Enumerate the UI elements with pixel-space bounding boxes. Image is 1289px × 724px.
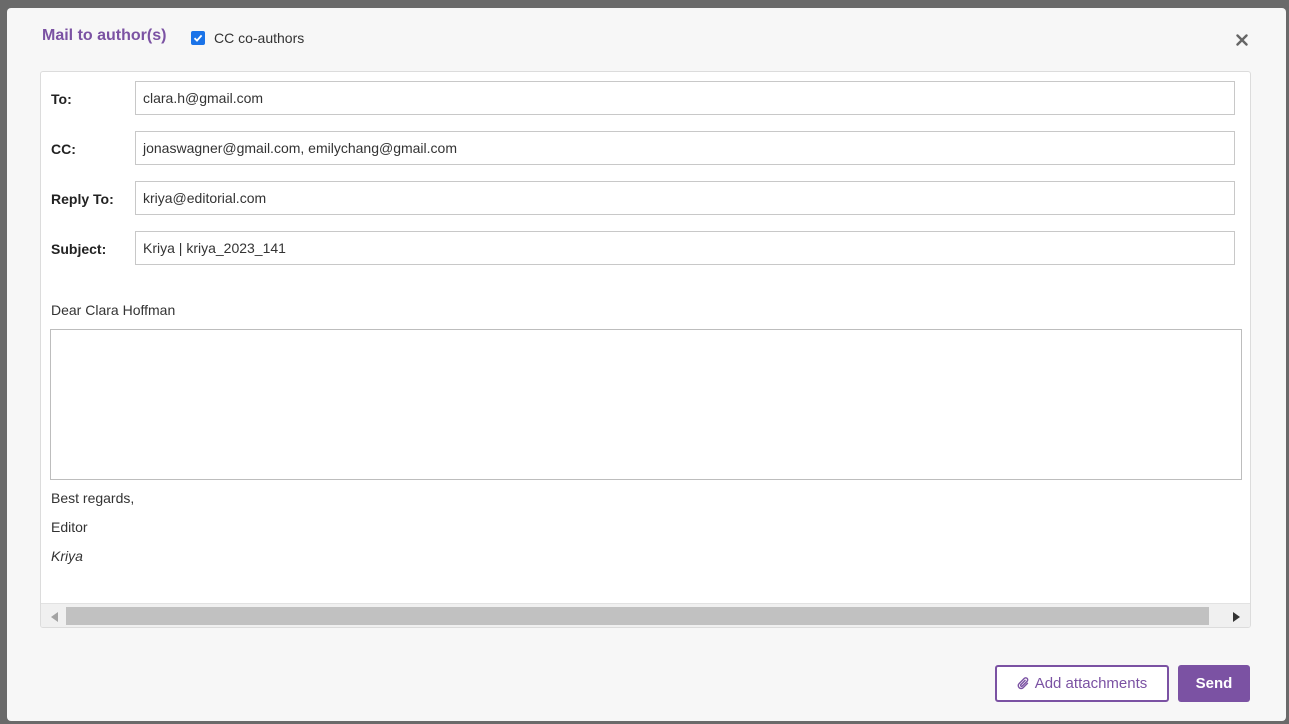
mail-dialog: Mail to author(s) CC co-authors To: clar… (7, 8, 1286, 721)
reply-to-field[interactable]: kriya@editorial.com (135, 181, 1235, 215)
cc-coauthors-label: CC co-authors (214, 30, 305, 46)
paperclip-icon (1017, 676, 1031, 692)
mail-form-panel: To: clara.h@gmail.com CC: jonaswagner@gm… (40, 71, 1251, 628)
scroll-right-icon[interactable] (1233, 612, 1241, 622)
horizontal-scrollbar[interactable] (41, 603, 1250, 627)
close-button[interactable] (1234, 32, 1250, 48)
to-label: To: (51, 91, 72, 107)
subject-label: Subject: (51, 241, 107, 257)
add-attachments-button[interactable]: Add attachments (995, 665, 1169, 702)
cc-field[interactable]: jonaswagner@gmail.com, emilychang@gmail.… (135, 131, 1235, 165)
to-field[interactable]: clara.h@gmail.com (135, 81, 1235, 115)
cc-coauthors-checkbox[interactable] (191, 31, 205, 45)
dialog-header: Mail to author(s) CC co-authors (7, 8, 1286, 70)
closing-text: Best regards, (51, 490, 135, 506)
scrollbar-thumb[interactable] (66, 607, 1209, 625)
scroll-left-icon[interactable] (50, 612, 58, 622)
add-attachments-label: Add attachments (1034, 675, 1148, 692)
close-icon (1236, 34, 1248, 46)
send-button[interactable]: Send (1178, 665, 1250, 702)
subject-field[interactable]: Kriya | kriya_2023_141 (135, 231, 1235, 265)
cc-row: CC: jonaswagner@gmail.com, emilychang@gm… (41, 131, 1250, 165)
reply-to-row: Reply To: kriya@editorial.com (41, 181, 1250, 215)
subject-row: Subject: Kriya | kriya_2023_141 (41, 231, 1250, 265)
to-row: To: clara.h@gmail.com (41, 81, 1250, 115)
reply-to-label: Reply To: (51, 191, 114, 207)
dialog-title: Mail to author(s) (42, 27, 167, 44)
cc-coauthors-toggle[interactable]: CC co-authors (191, 30, 304, 46)
greeting-text: Dear Clara Hoffman (51, 302, 176, 318)
signature-text: Kriya (51, 548, 83, 564)
message-body-input[interactable] (50, 329, 1242, 480)
check-icon (193, 34, 203, 42)
cc-label: CC: (51, 141, 76, 157)
role-text: Editor (51, 519, 88, 535)
